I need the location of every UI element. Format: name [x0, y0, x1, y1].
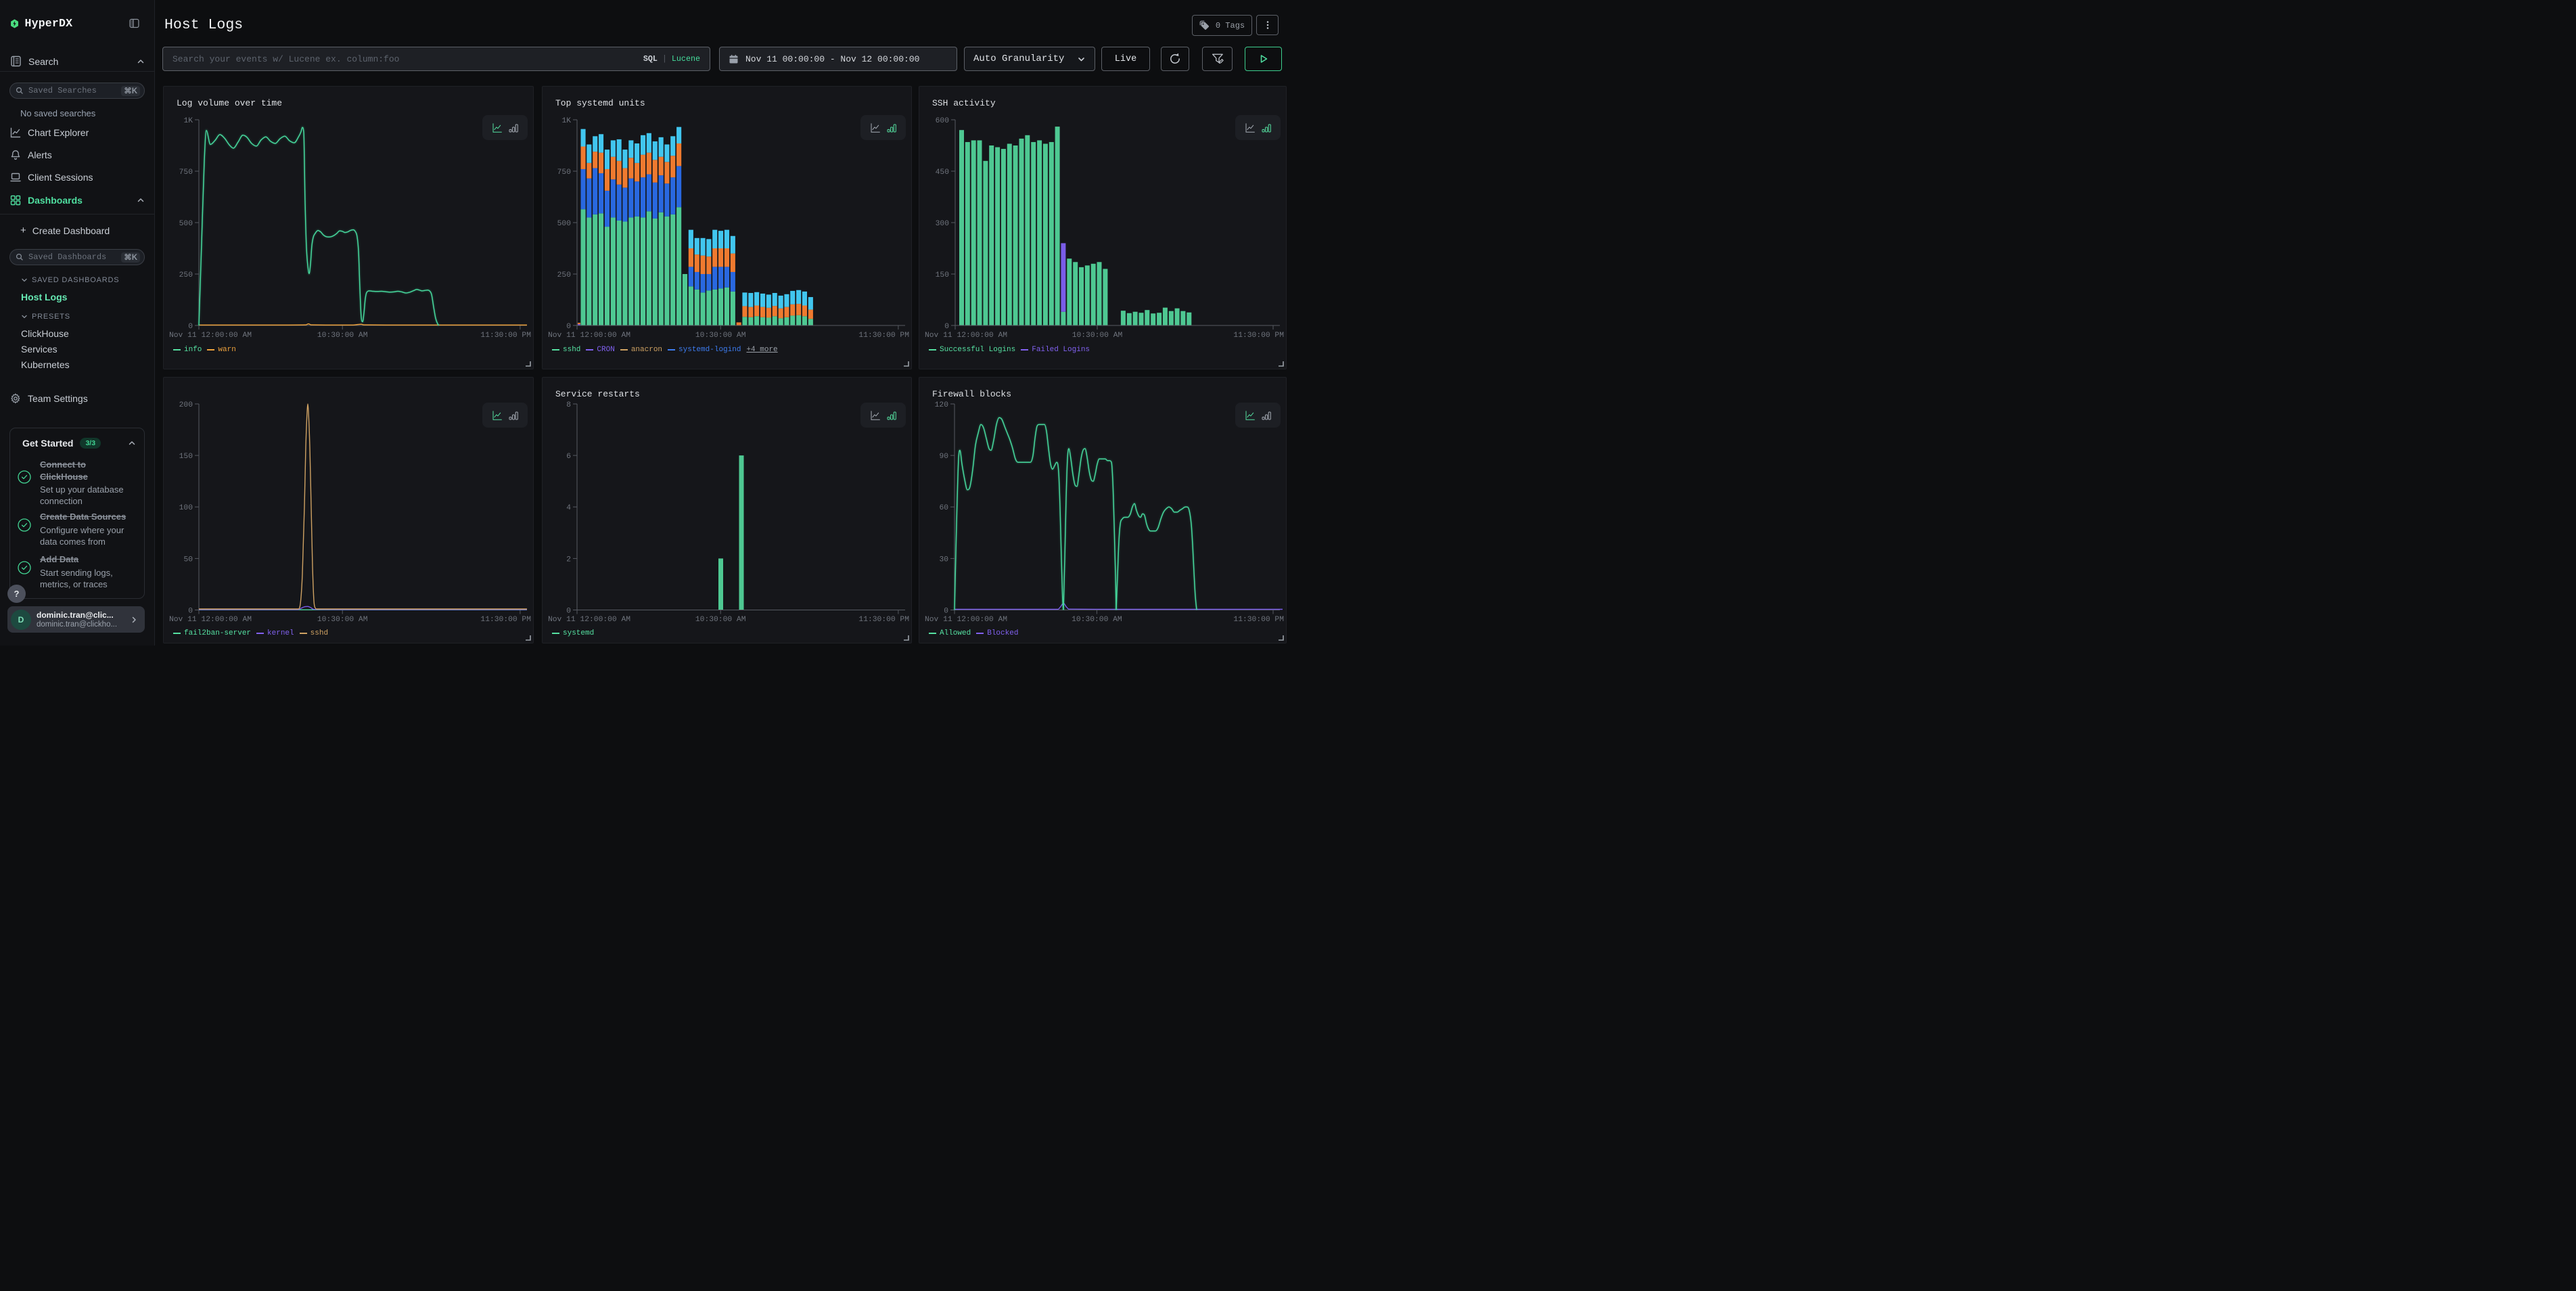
svg-text:1K: 1K: [183, 117, 193, 125]
svg-text:60: 60: [939, 504, 948, 512]
svg-text:10:30:00 AM: 10:30:00 AM: [695, 332, 746, 340]
svg-text:0: 0: [566, 323, 571, 331]
svg-text:4: 4: [566, 504, 571, 512]
svg-text:10:30:00 AM: 10:30:00 AM: [317, 616, 368, 624]
svg-text:150: 150: [179, 453, 193, 461]
svg-text:450: 450: [936, 168, 950, 177]
svg-text:0: 0: [188, 323, 193, 331]
svg-text:0: 0: [944, 323, 949, 331]
svg-text:30: 30: [939, 556, 948, 564]
svg-text:8: 8: [566, 401, 571, 409]
svg-text:11:30:00 PM: 11:30:00 PM: [1233, 332, 1284, 340]
svg-text:0: 0: [188, 608, 193, 616]
svg-text:11:30:00 PM: 11:30:00 PM: [480, 332, 531, 340]
svg-text:750: 750: [557, 168, 572, 177]
svg-text:250: 250: [557, 271, 572, 279]
svg-text:10:30:00 AM: 10:30:00 AM: [317, 332, 368, 340]
svg-text:Nov 11 12:00:00 AM: Nov 11 12:00:00 AM: [548, 616, 630, 624]
svg-text:120: 120: [935, 401, 949, 409]
svg-text:Nov 11 12:00:00 AM: Nov 11 12:00:00 AM: [925, 616, 1007, 624]
svg-text:Nov 11 12:00:00 AM: Nov 11 12:00:00 AM: [548, 332, 630, 340]
svg-text:500: 500: [179, 220, 193, 228]
svg-text:250: 250: [179, 271, 193, 279]
svg-text:300: 300: [936, 220, 950, 228]
svg-text:11:30:00 PM: 11:30:00 PM: [858, 332, 909, 340]
svg-text:150: 150: [936, 271, 950, 279]
svg-text:11:30:00 PM: 11:30:00 PM: [480, 616, 531, 624]
svg-text:600: 600: [936, 117, 950, 125]
svg-text:90: 90: [939, 453, 948, 461]
svg-text:10:30:00 AM: 10:30:00 AM: [1072, 616, 1122, 624]
svg-text:0: 0: [944, 608, 948, 616]
svg-text:11:30:00 PM: 11:30:00 PM: [1233, 616, 1284, 624]
svg-text:Nov 11 12:00:00 AM: Nov 11 12:00:00 AM: [169, 332, 252, 340]
svg-text:10:30:00 AM: 10:30:00 AM: [695, 616, 746, 624]
svg-text:100: 100: [179, 504, 193, 512]
svg-text:11:30:00 PM: 11:30:00 PM: [858, 616, 909, 624]
svg-text:1K: 1K: [561, 117, 571, 125]
svg-text:Nov 11 12:00:00 AM: Nov 11 12:00:00 AM: [925, 332, 1007, 340]
svg-text:0: 0: [566, 608, 571, 616]
svg-text:Nov 11 12:00:00 AM: Nov 11 12:00:00 AM: [169, 616, 252, 624]
svg-text:50: 50: [183, 556, 193, 564]
svg-text:200: 200: [179, 401, 193, 409]
svg-text:500: 500: [557, 220, 572, 228]
svg-text:750: 750: [179, 168, 193, 177]
svg-text:6: 6: [566, 453, 571, 461]
svg-text:2: 2: [566, 556, 571, 564]
svg-text:10:30:00 AM: 10:30:00 AM: [1072, 332, 1123, 340]
